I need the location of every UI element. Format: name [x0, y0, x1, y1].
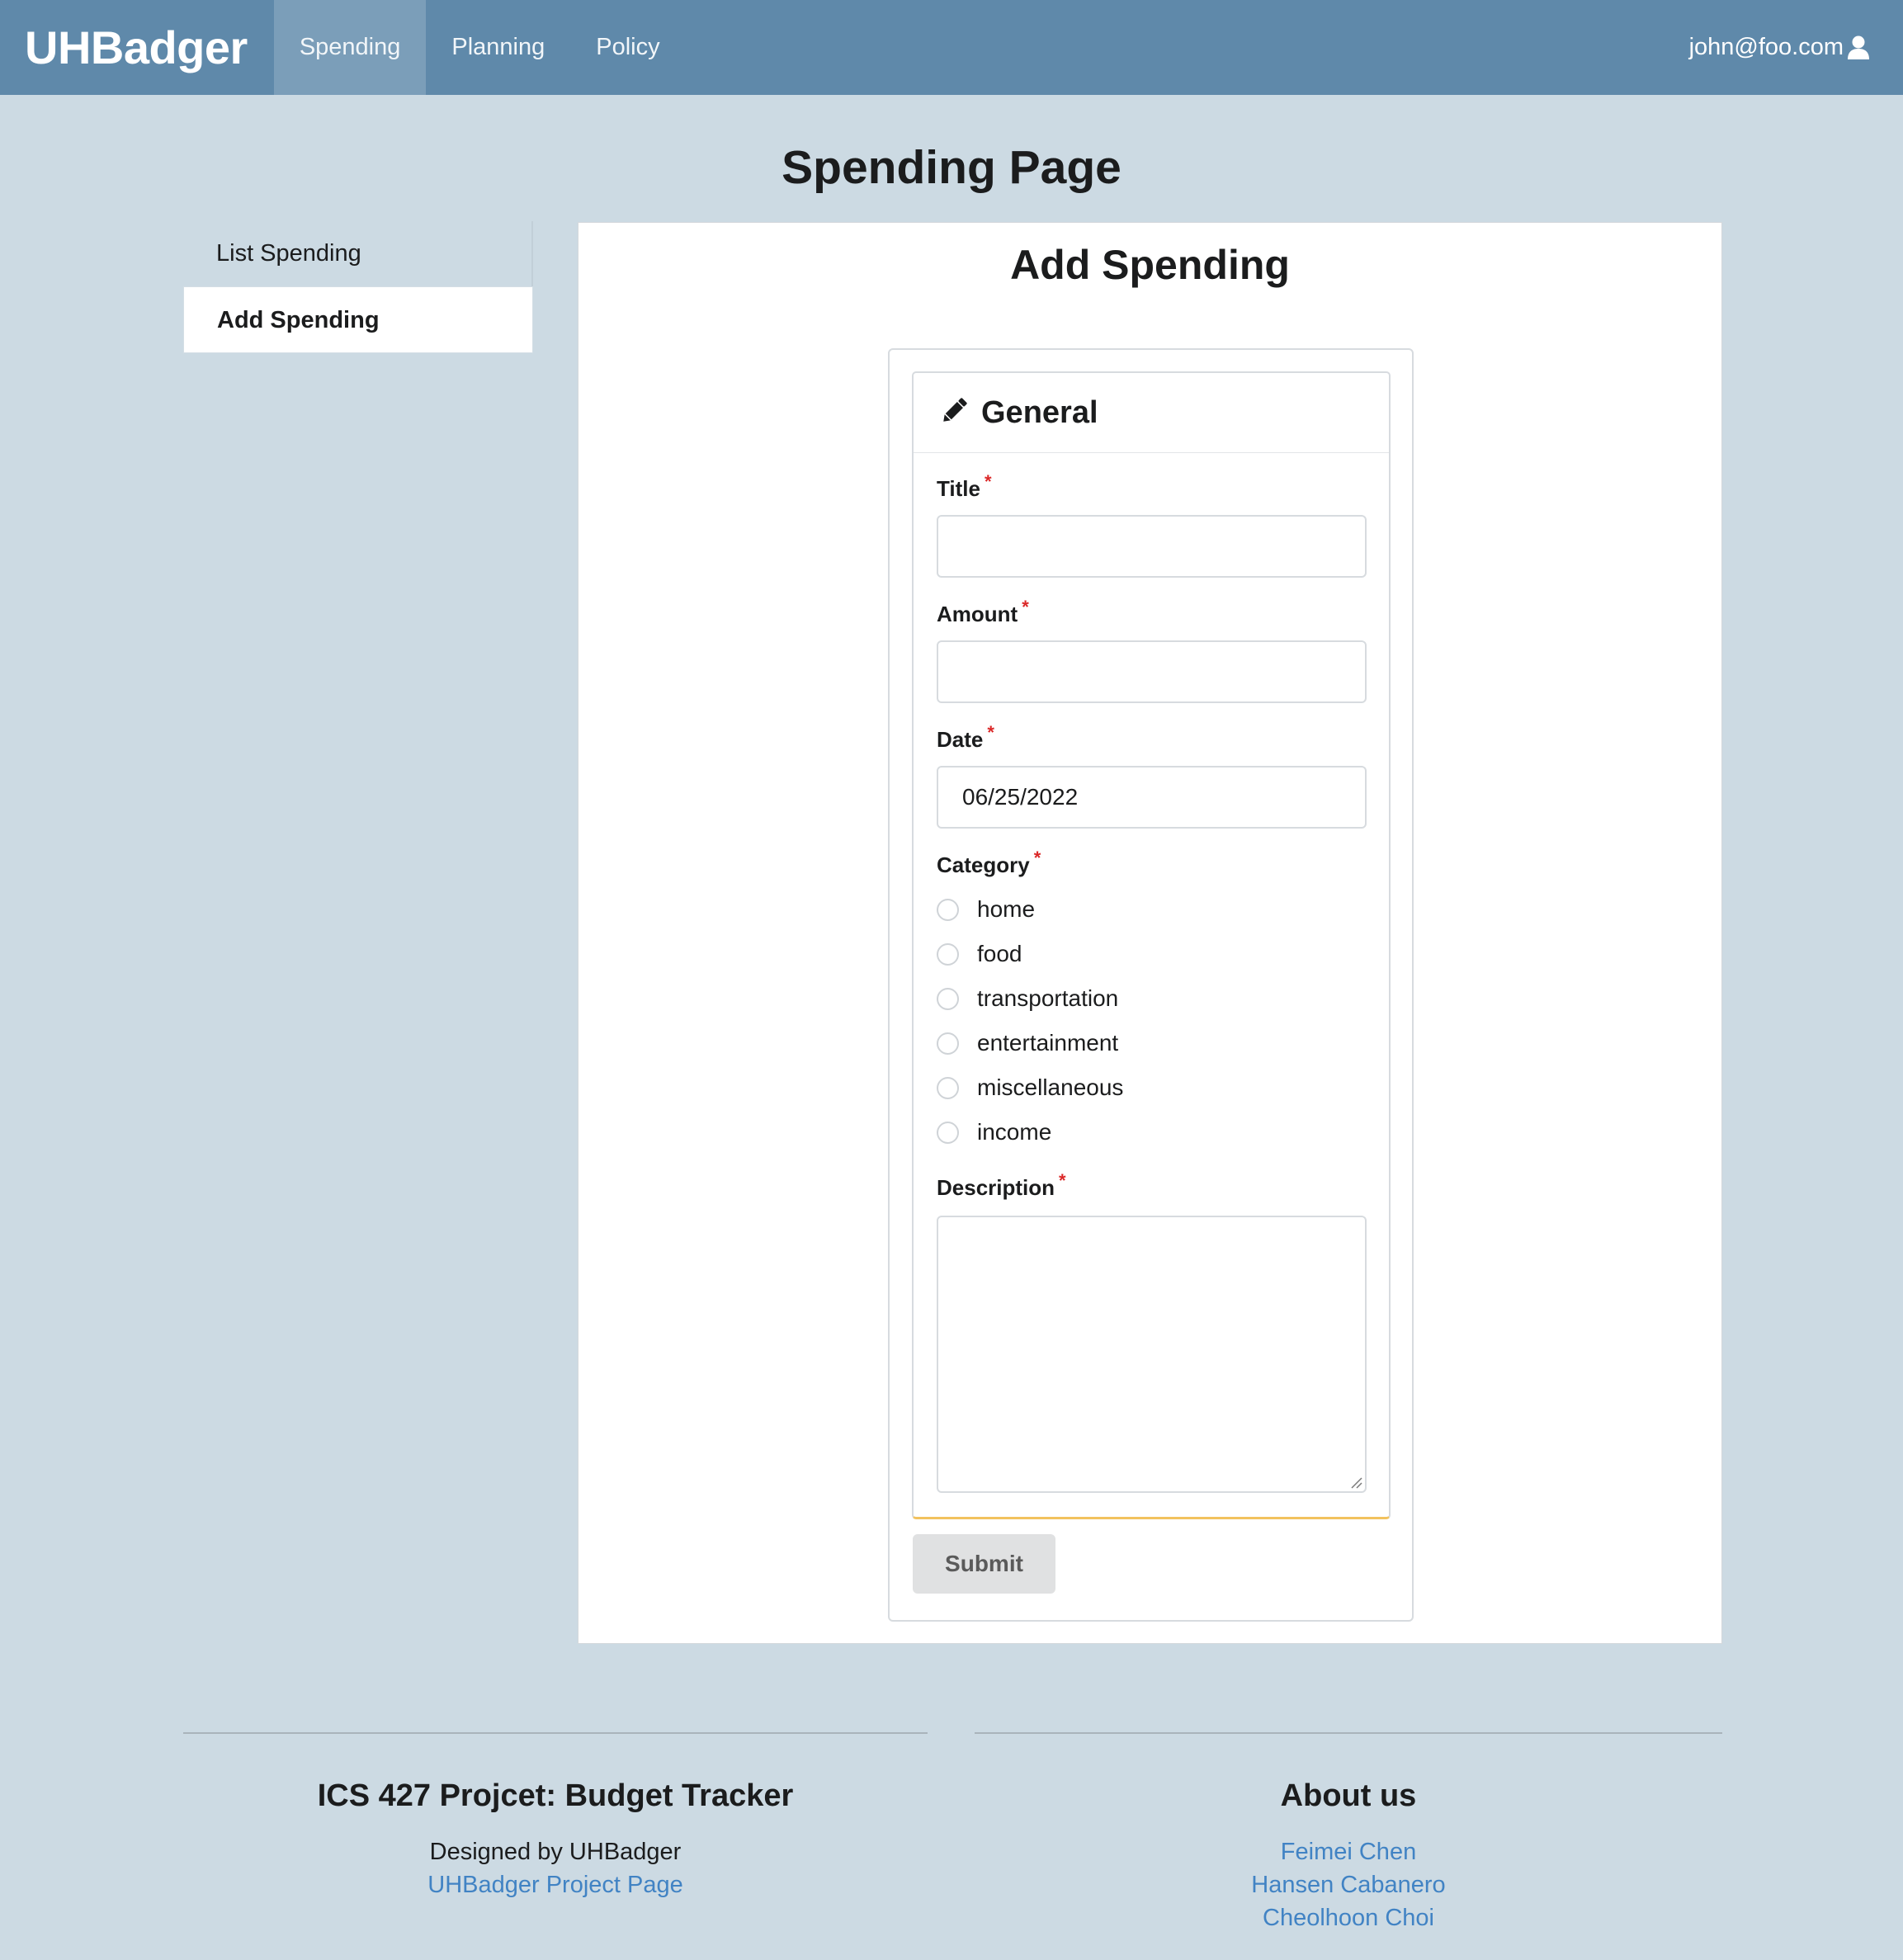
nav-spending[interactable]: Spending [273, 0, 427, 95]
resize-handle-icon[interactable] [1349, 1476, 1362, 1489]
brand-logo[interactable]: UHBadger [0, 0, 274, 95]
required-marker: * [1059, 1170, 1066, 1191]
description-label-text: Description [937, 1175, 1055, 1200]
date-input[interactable]: 06/25/2022 [937, 766, 1367, 829]
radio-button[interactable] [937, 1032, 959, 1055]
amount-label-text: Amount [937, 602, 1018, 626]
amount-input[interactable] [937, 640, 1367, 703]
date-label: Date * [937, 722, 994, 753]
category-option-home[interactable]: home [937, 896, 1035, 923]
title-label-text: Title [937, 476, 980, 501]
category-option-miscellaneous[interactable]: miscellaneous [937, 1074, 1123, 1101]
category-label: Category * [937, 848, 1041, 878]
category-label-text: Category [937, 852, 1030, 877]
submit-button[interactable]: Submit [913, 1534, 1055, 1594]
footer-project-link[interactable]: UHBadger Project Page [183, 1868, 928, 1901]
footer-project-info: ICS 427 Projcet: Budget Tracker Designed… [183, 1778, 928, 1901]
nav-planning[interactable]: Planning [426, 0, 570, 95]
description-textarea[interactable] [937, 1216, 1367, 1493]
user-icon [1847, 35, 1870, 59]
sidebar-menu: List Spending Add Spending [183, 221, 533, 353]
section-header: General [914, 373, 1389, 453]
description-label: Description * [937, 1170, 1066, 1201]
radio-button[interactable] [937, 1076, 959, 1099]
user-menu[interactable]: john@foo.com [1689, 0, 1903, 95]
main-panel: Add Spending General Title * Amount * Da… [578, 222, 1722, 1644]
required-marker: * [984, 471, 992, 492]
radio-label: entertainment [977, 1030, 1119, 1056]
category-option-transportation[interactable]: transportation [937, 985, 1118, 1012]
section-title: General [981, 394, 1098, 430]
footer-project-heading: ICS 427 Projcet: Budget Tracker [317, 1778, 794, 1813]
top-navbar: UHBadger Spending Planning Policy john@f… [0, 0, 1903, 95]
radio-button[interactable] [937, 898, 959, 921]
footer-member-link[interactable]: Feimei Chen [975, 1835, 1722, 1868]
footer-divider-left [183, 1732, 928, 1734]
footer-member-link[interactable]: Cheolhoon Choi [975, 1901, 1722, 1934]
required-marker: * [987, 722, 994, 743]
user-email: john@foo.com [1688, 34, 1844, 60]
radio-button[interactable] [937, 942, 959, 966]
amount-label: Amount * [937, 597, 1029, 627]
radio-button[interactable] [937, 987, 959, 1010]
add-spending-form: General Title * Amount * Date * 06/25/2022 … [888, 348, 1414, 1622]
nav-policy[interactable]: Policy [570, 0, 685, 95]
required-marker: * [1033, 848, 1041, 868]
radio-label: income [977, 1119, 1052, 1145]
general-section-card: General Title * Amount * Date * 06/25/2022 … [912, 371, 1391, 1519]
footer-divider-right [975, 1732, 1722, 1734]
footer-designed-by: Designed by UHBadger [429, 1839, 682, 1865]
footer-about-heading: About us [1280, 1778, 1417, 1813]
radio-label: food [977, 941, 1022, 966]
category-option-income[interactable]: income [937, 1119, 1051, 1145]
radio-label: transportation [977, 985, 1119, 1011]
footer-about-us: About us Feimei Chen Hansen Cabanero Che… [975, 1778, 1722, 1934]
sidebar-item-list-spending[interactable]: List Spending [183, 221, 533, 286]
page-title: Spending Page [782, 141, 1121, 194]
category-option-entertainment[interactable]: entertainment [937, 1030, 1118, 1056]
footer-member-link[interactable]: Hansen Cabanero [975, 1868, 1722, 1901]
category-option-food[interactable]: food [937, 941, 1022, 967]
title-input[interactable] [937, 515, 1367, 578]
radio-label: home [977, 896, 1036, 922]
sidebar-item-add-spending[interactable]: Add Spending [183, 286, 533, 353]
pencil-icon [938, 395, 970, 431]
form-title: Add Spending [1010, 242, 1290, 288]
required-marker: * [1022, 597, 1029, 617]
radio-label: miscellaneous [977, 1074, 1124, 1100]
date-label-text: Date [937, 727, 984, 752]
radio-button[interactable] [937, 1121, 959, 1144]
title-label: Title * [937, 471, 992, 502]
